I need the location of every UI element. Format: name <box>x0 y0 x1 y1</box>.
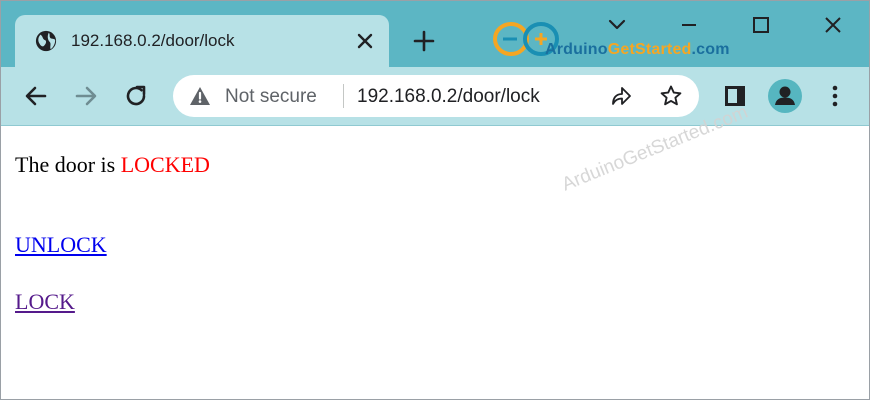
reload-icon[interactable] <box>123 83 149 109</box>
star-icon[interactable] <box>659 84 683 108</box>
share-icon[interactable] <box>609 84 633 108</box>
forward-icon[interactable] <box>73 83 99 109</box>
browser-tab[interactable]: 192.168.0.2/door/lock <box>15 15 389 67</box>
profile-avatar[interactable] <box>768 79 802 113</box>
logo-text-part3: .com <box>691 41 730 58</box>
globe-icon <box>35 30 57 52</box>
unlock-link[interactable]: UNLOCK <box>15 232 107 258</box>
security-label[interactable]: Not secure <box>225 86 317 108</box>
logo-text-part2: GetStarted <box>607 41 692 58</box>
address-bar[interactable]: Not secure 192.168.0.2/door/lock <box>173 75 699 117</box>
door-status-value: LOCKED <box>120 152 210 177</box>
door-status: The door is LOCKED <box>15 152 210 178</box>
page-content: The door is LOCKED UNLOCK LOCK ArduinoGe… <box>1 102 869 399</box>
omnibox-divider <box>343 84 344 108</box>
tab-strip: 192.168.0.2/door/lock ArduinoGetStarted.… <box>1 1 869 67</box>
minimize-icon[interactable] <box>677 13 701 37</box>
window-close-icon[interactable] <box>821 13 845 37</box>
plus-icon[interactable] <box>411 28 437 54</box>
logo-text-part1: Arduino <box>545 41 608 58</box>
door-status-prefix: The door is <box>15 152 121 177</box>
more-vert-icon[interactable] <box>823 83 847 109</box>
url-text[interactable]: 192.168.0.2/door/lock <box>357 86 540 108</box>
back-icon[interactable] <box>23 83 49 109</box>
close-icon[interactable] <box>353 29 377 53</box>
browser-window: 192.168.0.2/door/lock ArduinoGetStarted.… <box>0 0 870 400</box>
warning-icon[interactable] <box>189 86 211 106</box>
logo-text: ArduinoGetStarted.com <box>545 41 730 59</box>
tab-title: 192.168.0.2/door/lock <box>71 31 235 50</box>
maximize-icon[interactable] <box>749 13 773 37</box>
lock-link[interactable]: LOCK <box>15 289 75 315</box>
profile-icon <box>775 86 795 105</box>
chevron-down-icon[interactable] <box>605 13 629 37</box>
